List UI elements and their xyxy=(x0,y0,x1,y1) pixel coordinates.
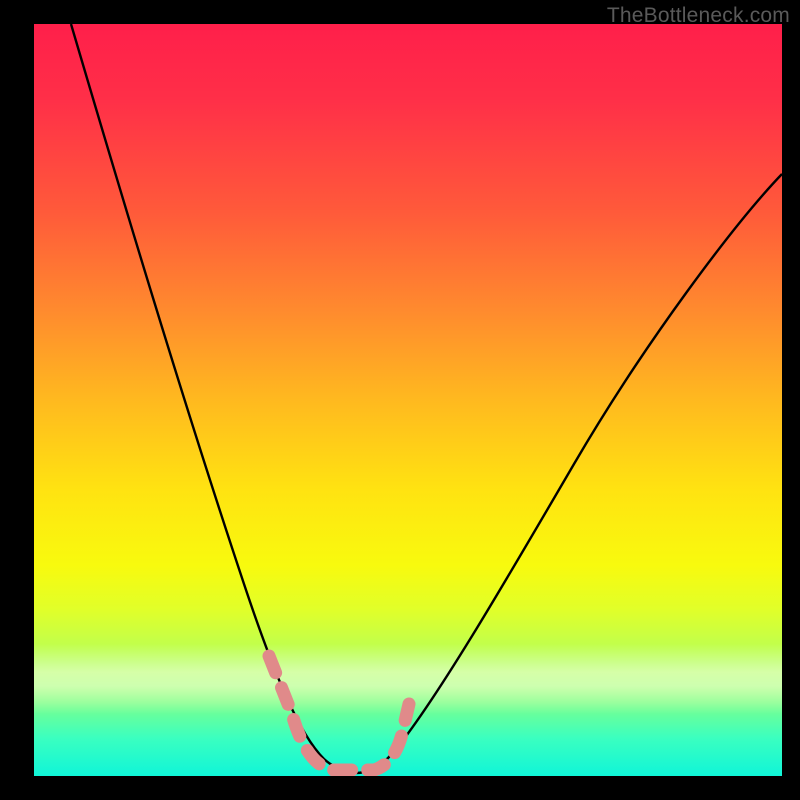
curve-layer xyxy=(34,24,782,776)
plot-area xyxy=(34,24,782,776)
watermark-text: TheBottleneck.com xyxy=(607,4,790,28)
minimum-marker xyxy=(269,656,409,770)
bottleneck-curve xyxy=(71,24,782,773)
figure-root: TheBottleneck.com xyxy=(0,0,800,800)
